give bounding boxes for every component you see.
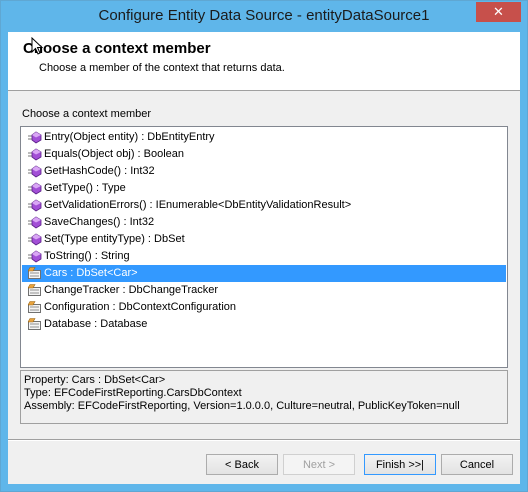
property-icon	[28, 318, 41, 330]
list-item-label: ChangeTracker : DbChangeTracker	[44, 284, 219, 296]
list-item[interactable]: Equals(Object obj) : Boolean	[22, 146, 506, 163]
list-label: Choose a context member	[22, 108, 152, 120]
list-item[interactable]: GetType() : Type	[22, 180, 506, 197]
list-item[interactable]: Set(Type entityType) : DbSet	[22, 231, 506, 248]
dialog-window: Configure Entity Data Source - entityDat…	[0, 0, 528, 492]
list-item[interactable]: GetValidationErrors() : IEnumerable<DbEn…	[22, 197, 506, 214]
method-icon	[28, 182, 42, 195]
list-item-label: GetType() : Type	[44, 182, 126, 194]
back-button[interactable]: < Back	[206, 454, 278, 475]
list-item-label: Cars : DbSet<Car>	[44, 267, 138, 279]
method-icon	[28, 148, 42, 161]
list-item-label: GetHashCode() : Int32	[44, 165, 155, 177]
title-bar[interactable]: Configure Entity Data Source - entityDat…	[1, 1, 527, 32]
mouse-cursor-icon	[31, 37, 43, 55]
list-item-label: SaveChanges() : Int32	[44, 216, 155, 228]
property-icon	[28, 301, 41, 313]
method-icon	[28, 131, 42, 144]
list-item[interactable]: Entry(Object entity) : DbEntityEntry	[22, 129, 506, 146]
method-icon	[28, 199, 42, 212]
details-panel: Property: Cars : DbSet<Car> Type: EFCode…	[20, 370, 508, 424]
list-item-label: ToString() : String	[44, 250, 130, 262]
method-icon	[28, 233, 42, 246]
list-item[interactable]: GetHashCode() : Int32	[22, 163, 506, 180]
list-item[interactable]: Cars : DbSet<Car>	[22, 265, 506, 282]
list-item-label: Database : Database	[44, 318, 148, 330]
method-icon	[28, 250, 42, 263]
list-item[interactable]: Database : Database	[22, 316, 506, 333]
list-item[interactable]: ToString() : String	[22, 248, 506, 265]
list-item-label: Equals(Object obj) : Boolean	[44, 148, 185, 160]
page-subtitle: Choose a member of the context that retu…	[39, 62, 285, 74]
property-icon	[28, 284, 41, 296]
window-title: Configure Entity Data Source - entityDat…	[98, 7, 430, 24]
details-assembly: Assembly: EFCodeFirstReporting, Version=…	[24, 400, 460, 412]
context-member-list[interactable]: Entry(Object entity) : DbEntityEntry Equa…	[20, 126, 508, 368]
list-item-label: GetValidationErrors() : IEnumerable<DbEn…	[44, 199, 352, 211]
list-item[interactable]: ChangeTracker : DbChangeTracker	[22, 282, 506, 299]
method-icon	[28, 216, 42, 229]
wizard-header: Choose a context member Choose a member …	[8, 32, 520, 91]
list-item[interactable]: Configuration : DbContextConfiguration	[22, 299, 506, 316]
list-item[interactable]: SaveChanges() : Int32	[22, 214, 506, 231]
close-button[interactable]: ✕	[476, 2, 521, 22]
list-item-label: Entry(Object entity) : DbEntityEntry	[44, 131, 215, 143]
next-button[interactable]: Next >	[283, 454, 355, 475]
details-type: Type: EFCodeFirstReporting.CarsDbContext	[24, 387, 242, 399]
footer-divider	[8, 439, 520, 441]
dialog-client-area: Choose a context member Choose a member …	[8, 32, 520, 484]
list-item-label: Configuration : DbContextConfiguration	[44, 301, 237, 313]
details-property: Property: Cars : DbSet<Car>	[24, 374, 166, 386]
list-item-label: Set(Type entityType) : DbSet	[44, 233, 185, 245]
finish-button[interactable]: Finish >>|	[364, 454, 436, 475]
cancel-button[interactable]: Cancel	[441, 454, 513, 475]
method-icon	[28, 165, 42, 178]
property-icon	[28, 267, 41, 279]
page-title: Choose a context member	[23, 40, 211, 57]
